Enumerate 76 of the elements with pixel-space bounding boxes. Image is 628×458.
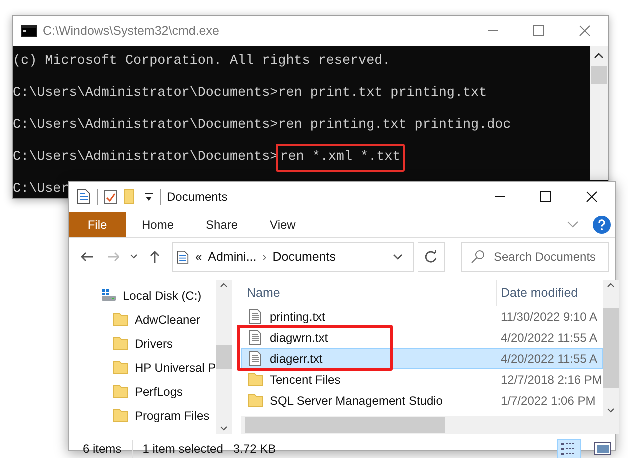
status-text: 3.72 KB	[233, 441, 276, 458]
search-icon	[471, 250, 485, 264]
ribbon-tab[interactable]: Home	[126, 212, 190, 237]
breadcrumb-separator: ›	[262, 249, 267, 266]
text-file-icon	[248, 308, 264, 324]
scroll-thumb[interactable]	[603, 308, 620, 388]
scroll-thumb[interactable]	[216, 345, 232, 369]
dropdown-icon[interactable]	[144, 192, 154, 202]
tree-item[interactable]: Local Disk (C:)	[69, 284, 216, 308]
status-text: 1 item selected	[132, 440, 224, 458]
address-bar[interactable]: « Admini... › Documents	[172, 242, 414, 272]
console-prompt: C:\Users\Administrator\Documents>	[13, 117, 278, 135]
tree-item[interactable]: HP Universal P	[69, 356, 216, 380]
console-icon	[21, 25, 37, 37]
file-row[interactable]: diagerr.txt 4/20/2022 11:55 A	[241, 348, 604, 369]
refresh-button[interactable]	[418, 242, 445, 272]
scroll-down-icon[interactable]	[220, 426, 228, 431]
file-row[interactable]: Tencent Files 12/7/2018 2:16 PM	[241, 369, 604, 390]
breadcrumb-item[interactable]: Admini...	[208, 248, 257, 266]
console-command: ren printing.txt printing.doc	[278, 117, 512, 135]
window-title: C:\Windows\System32\cmd.exe	[43, 22, 220, 40]
expand-ribbon-icon[interactable]	[567, 220, 579, 228]
column-header[interactable]: Date modified	[497, 284, 604, 302]
details-view-button[interactable]	[557, 439, 581, 458]
console-prompt: C:\Users\Administrator\Documents>	[13, 149, 278, 167]
scroll-up-icon[interactable]	[607, 283, 616, 288]
text-file-icon	[248, 350, 264, 366]
scroll-down-icon[interactable]	[607, 408, 616, 413]
overflow-chevron[interactable]: «	[195, 248, 202, 266]
ribbon-tab[interactable]: View	[254, 212, 312, 237]
folder-icon	[113, 312, 129, 328]
scroll-up-icon[interactable]	[594, 53, 604, 59]
drive-icon	[101, 288, 117, 304]
console-text: C:\User	[13, 181, 70, 198]
file-menu-button[interactable]: File	[69, 212, 126, 237]
ribbon-tab[interactable]: Share	[190, 212, 254, 237]
folder-icon	[248, 392, 264, 408]
console-command: ren print.txt printing.txt	[278, 85, 488, 103]
folder-icon	[248, 372, 264, 388]
scroll-up-icon[interactable]	[220, 283, 228, 288]
folder-icon	[113, 360, 129, 376]
document-icon	[177, 250, 190, 264]
scrollbar[interactable]	[590, 46, 608, 180]
dropdown-icon[interactable]	[130, 254, 138, 260]
dropdown-icon[interactable]	[392, 254, 403, 260]
scroll-thumb[interactable]	[591, 66, 607, 84]
back-icon[interactable]	[80, 251, 93, 263]
large-icons-icon[interactable]	[594, 441, 612, 457]
scrollbar[interactable]	[241, 416, 620, 434]
status-text: 6 items	[83, 441, 122, 458]
scrollbar[interactable]	[603, 280, 620, 416]
file-row[interactable]: diagwrn.txt 4/20/2022 11:55 A	[241, 327, 604, 348]
help-icon[interactable]	[593, 216, 611, 234]
scroll-thumb[interactable]	[245, 417, 445, 433]
text-file-icon	[248, 330, 264, 346]
console-command: ren *.xml *.txt	[276, 144, 405, 172]
scrollbar[interactable]	[216, 280, 232, 434]
column-header[interactable]: Name	[241, 284, 496, 302]
refresh-icon[interactable]	[424, 250, 438, 264]
file-row[interactable]: SQL Server Management Studio 1/7/2022 1:06 PM	[241, 390, 604, 411]
console-text: (c) Microsoft Corporation. All rights reserved.	[13, 53, 391, 71]
search-field[interactable]: Search Documents	[461, 242, 609, 272]
breadcrumb-item[interactable]: Documents	[272, 248, 336, 266]
tree-item[interactable]: Program Files	[69, 404, 216, 428]
tree-item[interactable]: Drivers	[69, 332, 216, 356]
window-title: Documents	[167, 189, 228, 206]
tree-item[interactable]: AdwCleaner	[69, 308, 216, 332]
folder-icon	[113, 384, 129, 400]
document-icon[interactable]	[77, 189, 91, 205]
console-prompt: C:\Users\Administrator\Documents>	[13, 85, 278, 103]
file-row[interactable]: printing.txt 11/30/2022 9:10 A	[241, 306, 604, 327]
folder-icon	[113, 408, 129, 424]
folder-icon	[113, 336, 129, 352]
tree-item[interactable]: PerfLogs	[69, 380, 216, 404]
checklist-icon[interactable]	[104, 189, 118, 205]
up-icon[interactable]	[148, 250, 160, 264]
